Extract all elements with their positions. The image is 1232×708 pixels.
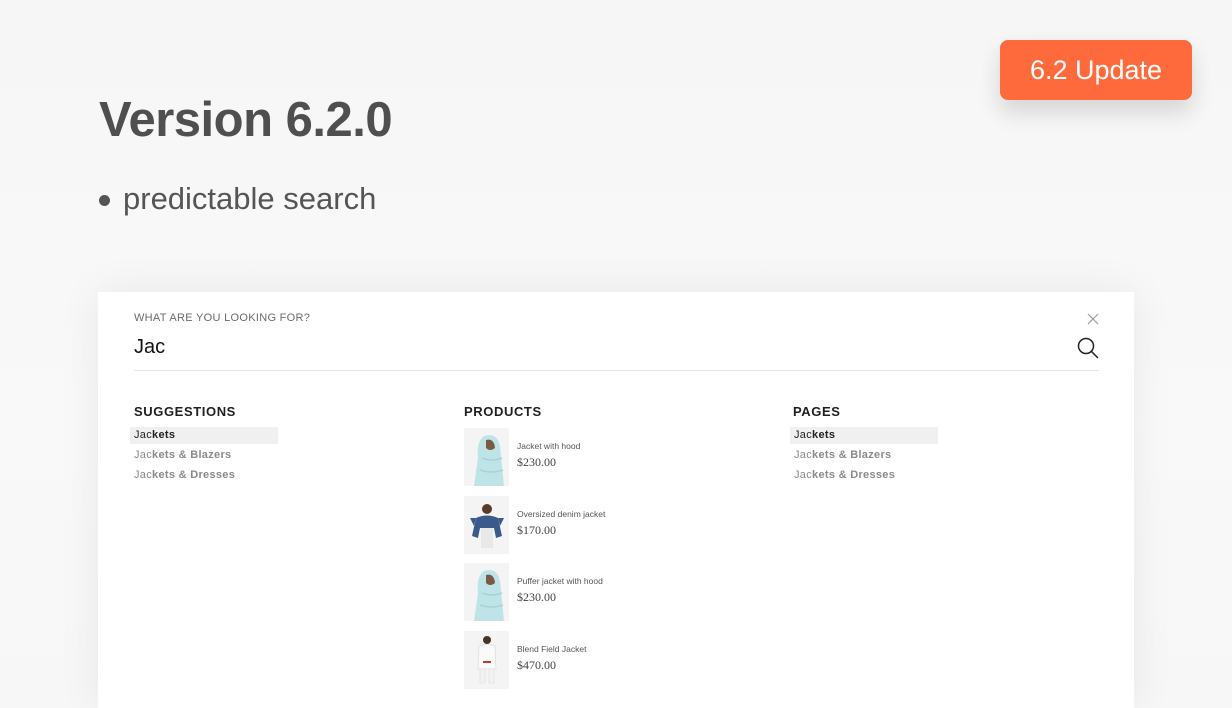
product-price: $230.00 — [517, 455, 556, 469]
product-info: Oversized denim jacket $170.00 — [509, 496, 605, 554]
product-info: Blend Field Jacket $470.00 — [509, 631, 586, 689]
search-input[interactable] — [134, 332, 1034, 362]
page-title: Version 6.2.0 — [99, 93, 393, 147]
product-name: Oversized denim jacket — [517, 508, 606, 519]
product-item[interactable]: Puffer jacket with hood $230.00 — [464, 563, 605, 621]
search-icon — [1077, 337, 1099, 359]
page-match: Jac — [794, 449, 813, 461]
page-match: Jac — [794, 469, 813, 481]
update-badge: 6.2 Update — [1000, 40, 1192, 100]
suggestion-match: Jac — [134, 429, 153, 441]
page-item[interactable]: Jackets & Dresses — [790, 467, 938, 484]
page-rest: kets — [812, 429, 836, 441]
product-name: Puffer jacket with hood — [517, 576, 603, 586]
page-rest: kets & Blazers — [812, 449, 892, 461]
page-rest: kets & Dresses — [812, 469, 896, 481]
suggestion-match: Jac — [134, 469, 153, 481]
product-info: Puffer jacket with hood $230.00 — [509, 563, 603, 621]
suggestion-rest: kets & Blazers — [152, 449, 232, 461]
page-item[interactable]: Jackets — [790, 427, 938, 444]
suggestions-list: Jackets Jackets & Blazers Jackets & Dres… — [130, 427, 278, 487]
page-match: Jac — [794, 429, 813, 441]
suggestion-rest: kets — [152, 429, 176, 441]
suggestion-item[interactable]: Jackets — [130, 427, 278, 444]
close-icon — [1087, 313, 1099, 325]
product-item[interactable]: Blend Field Jacket $470.00 — [464, 630, 605, 689]
suggestion-item[interactable]: Jackets & Blazers — [130, 447, 278, 464]
product-name: Blend Field Jacket — [517, 643, 587, 654]
search-label: WHAT ARE YOU LOOKING FOR? — [134, 312, 311, 324]
product-price: $170.00 — [517, 522, 556, 537]
product-price: $230.00 — [517, 590, 556, 604]
product-image — [464, 495, 509, 554]
product-image — [464, 563, 509, 621]
feature-item: predictable search — [99, 181, 376, 217]
bullet-icon — [99, 195, 110, 206]
suggestion-match: Jac — [134, 449, 153, 461]
product-image — [464, 630, 509, 689]
product-name: Jacket with hood — [517, 441, 581, 451]
pages-list: Jackets Jackets & Blazers Jackets & Dres… — [790, 427, 938, 487]
suggestion-item[interactable]: Jackets & Dresses — [130, 467, 278, 484]
close-button[interactable] — [1086, 312, 1100, 326]
search-divider — [134, 370, 1099, 371]
products-heading: PRODUCTS — [464, 404, 542, 419]
suggestions-heading: SUGGESTIONS — [134, 404, 236, 419]
feature-text: predictable search — [123, 181, 377, 216]
product-item[interactable]: Oversized denim jacket $170.00 — [464, 495, 605, 554]
product-price: $470.00 — [517, 657, 556, 672]
page-item[interactable]: Jackets & Blazers — [790, 447, 938, 464]
search-panel: WHAT ARE YOU LOOKING FOR? SUGGESTIONS Ja… — [98, 292, 1134, 708]
product-info: Jacket with hood $230.00 — [509, 428, 580, 486]
products-list: Jacket with hood $230.00 Oversized denim… — [464, 428, 605, 698]
pages-heading: PAGES — [793, 404, 841, 419]
search-button[interactable] — [1076, 336, 1100, 360]
feature-list: predictable search — [99, 181, 376, 217]
suggestion-rest: kets & Dresses — [152, 469, 236, 481]
product-image — [464, 428, 509, 486]
product-item[interactable]: Jacket with hood $230.00 — [464, 428, 605, 486]
